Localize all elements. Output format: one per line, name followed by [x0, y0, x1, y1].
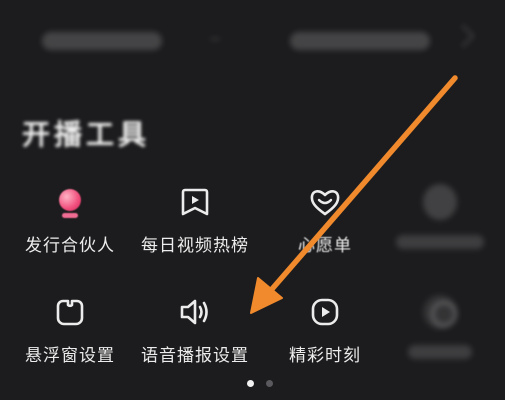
annotation-arrow: [250, 75, 458, 314]
